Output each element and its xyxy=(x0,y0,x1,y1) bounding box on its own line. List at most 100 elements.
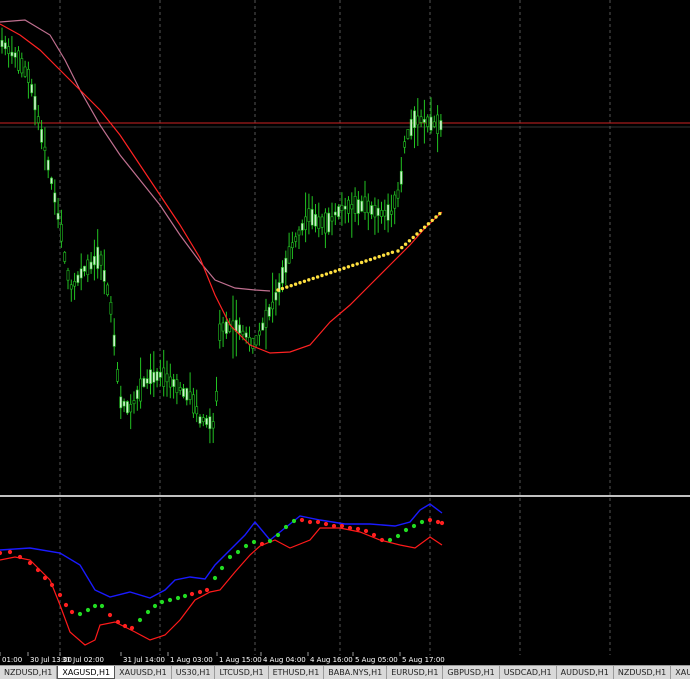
candle-body xyxy=(403,141,407,148)
signal-dot-down xyxy=(331,523,337,529)
candle-body xyxy=(13,52,17,58)
signal-dot-up xyxy=(395,533,401,539)
sar-dot xyxy=(298,281,302,285)
signal-dot-down xyxy=(69,609,75,615)
candle-body xyxy=(86,259,90,276)
candle-body xyxy=(386,204,390,221)
candle-body xyxy=(439,120,443,131)
candle-body xyxy=(307,208,311,222)
candle-body xyxy=(310,209,314,226)
candle-body xyxy=(132,400,136,405)
signal-dot-down xyxy=(57,592,63,598)
sar-dot xyxy=(307,278,311,282)
candle-body xyxy=(396,189,400,199)
candle-body xyxy=(337,206,341,217)
signal-dot-up xyxy=(251,539,257,545)
time-axis: 01:00 30 Jul 13:0031 Jul 02:00 31 Jul 14:0… xyxy=(0,652,445,664)
signal-dot-down xyxy=(7,549,13,555)
candle-body xyxy=(399,170,403,185)
sar-dot xyxy=(359,260,364,265)
candle-body xyxy=(26,68,30,83)
time-axis-label: 1 Aug 15:00 xyxy=(219,656,262,664)
signal-dot-down xyxy=(122,623,128,629)
candle-body xyxy=(116,369,119,382)
candle-body xyxy=(225,321,228,334)
candle-body xyxy=(126,401,129,414)
candle-body xyxy=(363,196,367,213)
sar-dot xyxy=(320,273,324,278)
trading-chart[interactable]: 01:00 30 Jul 13:0031 Jul 02:00 31 Jul 14:0… xyxy=(0,0,690,679)
sar-dot xyxy=(381,253,386,257)
symbol-tab[interactable]: NZDUSD,H1 xyxy=(0,666,58,679)
candle-body xyxy=(373,205,377,218)
candle-body xyxy=(175,379,179,394)
candle-body xyxy=(50,177,53,185)
chart-grid xyxy=(59,0,611,655)
candle-body xyxy=(46,159,50,171)
symbol-tab[interactable]: LTCUSD,H1 xyxy=(215,666,269,679)
candle-body xyxy=(122,400,126,407)
sar-dot xyxy=(355,262,359,266)
symbol-tab[interactable]: BABA.NYS,H1 xyxy=(324,666,388,679)
candle-body xyxy=(257,330,261,336)
sar-dot xyxy=(373,256,377,260)
candle-body xyxy=(119,396,123,409)
candle-body xyxy=(145,378,149,384)
oscillator-lower-band xyxy=(0,527,443,646)
candle-body xyxy=(198,416,202,424)
signal-dot-up xyxy=(182,593,188,599)
candle-body xyxy=(267,306,271,317)
candle-body xyxy=(188,391,192,400)
candle-body xyxy=(162,367,166,387)
candle-body xyxy=(30,84,34,94)
signal-dot-down xyxy=(315,519,321,525)
candle-body xyxy=(350,204,354,210)
symbol-tab[interactable]: EURUSD,H1 xyxy=(387,666,444,679)
candle-body xyxy=(297,229,301,236)
symbol-tab[interactable]: US30,H1 xyxy=(172,666,216,679)
candle-body xyxy=(109,302,113,315)
candle-body xyxy=(53,192,57,203)
candle-body xyxy=(347,199,350,214)
candle-body xyxy=(426,116,430,127)
candle-body xyxy=(208,416,212,430)
candle-body xyxy=(205,418,209,425)
candle-body xyxy=(218,323,222,341)
symbol-tab[interactable]: XAUUSD,H1 xyxy=(115,666,172,679)
candle-body xyxy=(56,212,60,220)
candle-body xyxy=(304,216,308,230)
symbol-tab[interactable]: GBPUSD,H1 xyxy=(443,666,500,679)
candle-body xyxy=(40,129,44,143)
candle-body xyxy=(83,265,86,272)
candle-body xyxy=(79,268,83,279)
symbol-tab[interactable]: ETHUSD,H1 xyxy=(269,666,325,679)
time-axis-label: 4 Aug 16:00 xyxy=(310,656,353,664)
candle-body xyxy=(241,330,245,336)
signal-dot-down xyxy=(0,550,3,556)
candle-body xyxy=(33,96,37,111)
candle-body xyxy=(106,284,110,296)
symbol-tab[interactable]: NZDUSD,H1 xyxy=(614,666,672,679)
signal-dot-up xyxy=(175,595,181,601)
signal-dot-up xyxy=(291,518,297,524)
signal-dot-down xyxy=(323,521,329,527)
sar-dot xyxy=(289,283,293,288)
symbol-tab[interactable]: XAGUSD,H1 xyxy=(57,666,116,679)
sar-dot xyxy=(422,225,427,229)
candle-body xyxy=(182,388,185,397)
candle-body xyxy=(59,224,63,242)
signal-dot-up xyxy=(99,603,105,609)
candle-body xyxy=(300,223,304,231)
signal-dot-down xyxy=(439,520,445,526)
symbol-tab[interactable]: USDCAD,H1 xyxy=(500,666,557,679)
symbol-tab[interactable]: AUDUSD,H1 xyxy=(557,666,614,679)
signal-dot-up xyxy=(145,609,151,615)
symbol-tab[interactable]: XAUUSD,H1 xyxy=(671,666,690,679)
sar-dot xyxy=(407,239,412,243)
signal-dot-down xyxy=(204,587,210,593)
candle-body xyxy=(284,257,288,273)
signal-dot-up xyxy=(243,543,249,549)
signal-dot-up xyxy=(275,532,281,538)
signal-dot-up xyxy=(227,554,233,560)
sar-dot xyxy=(280,286,285,291)
